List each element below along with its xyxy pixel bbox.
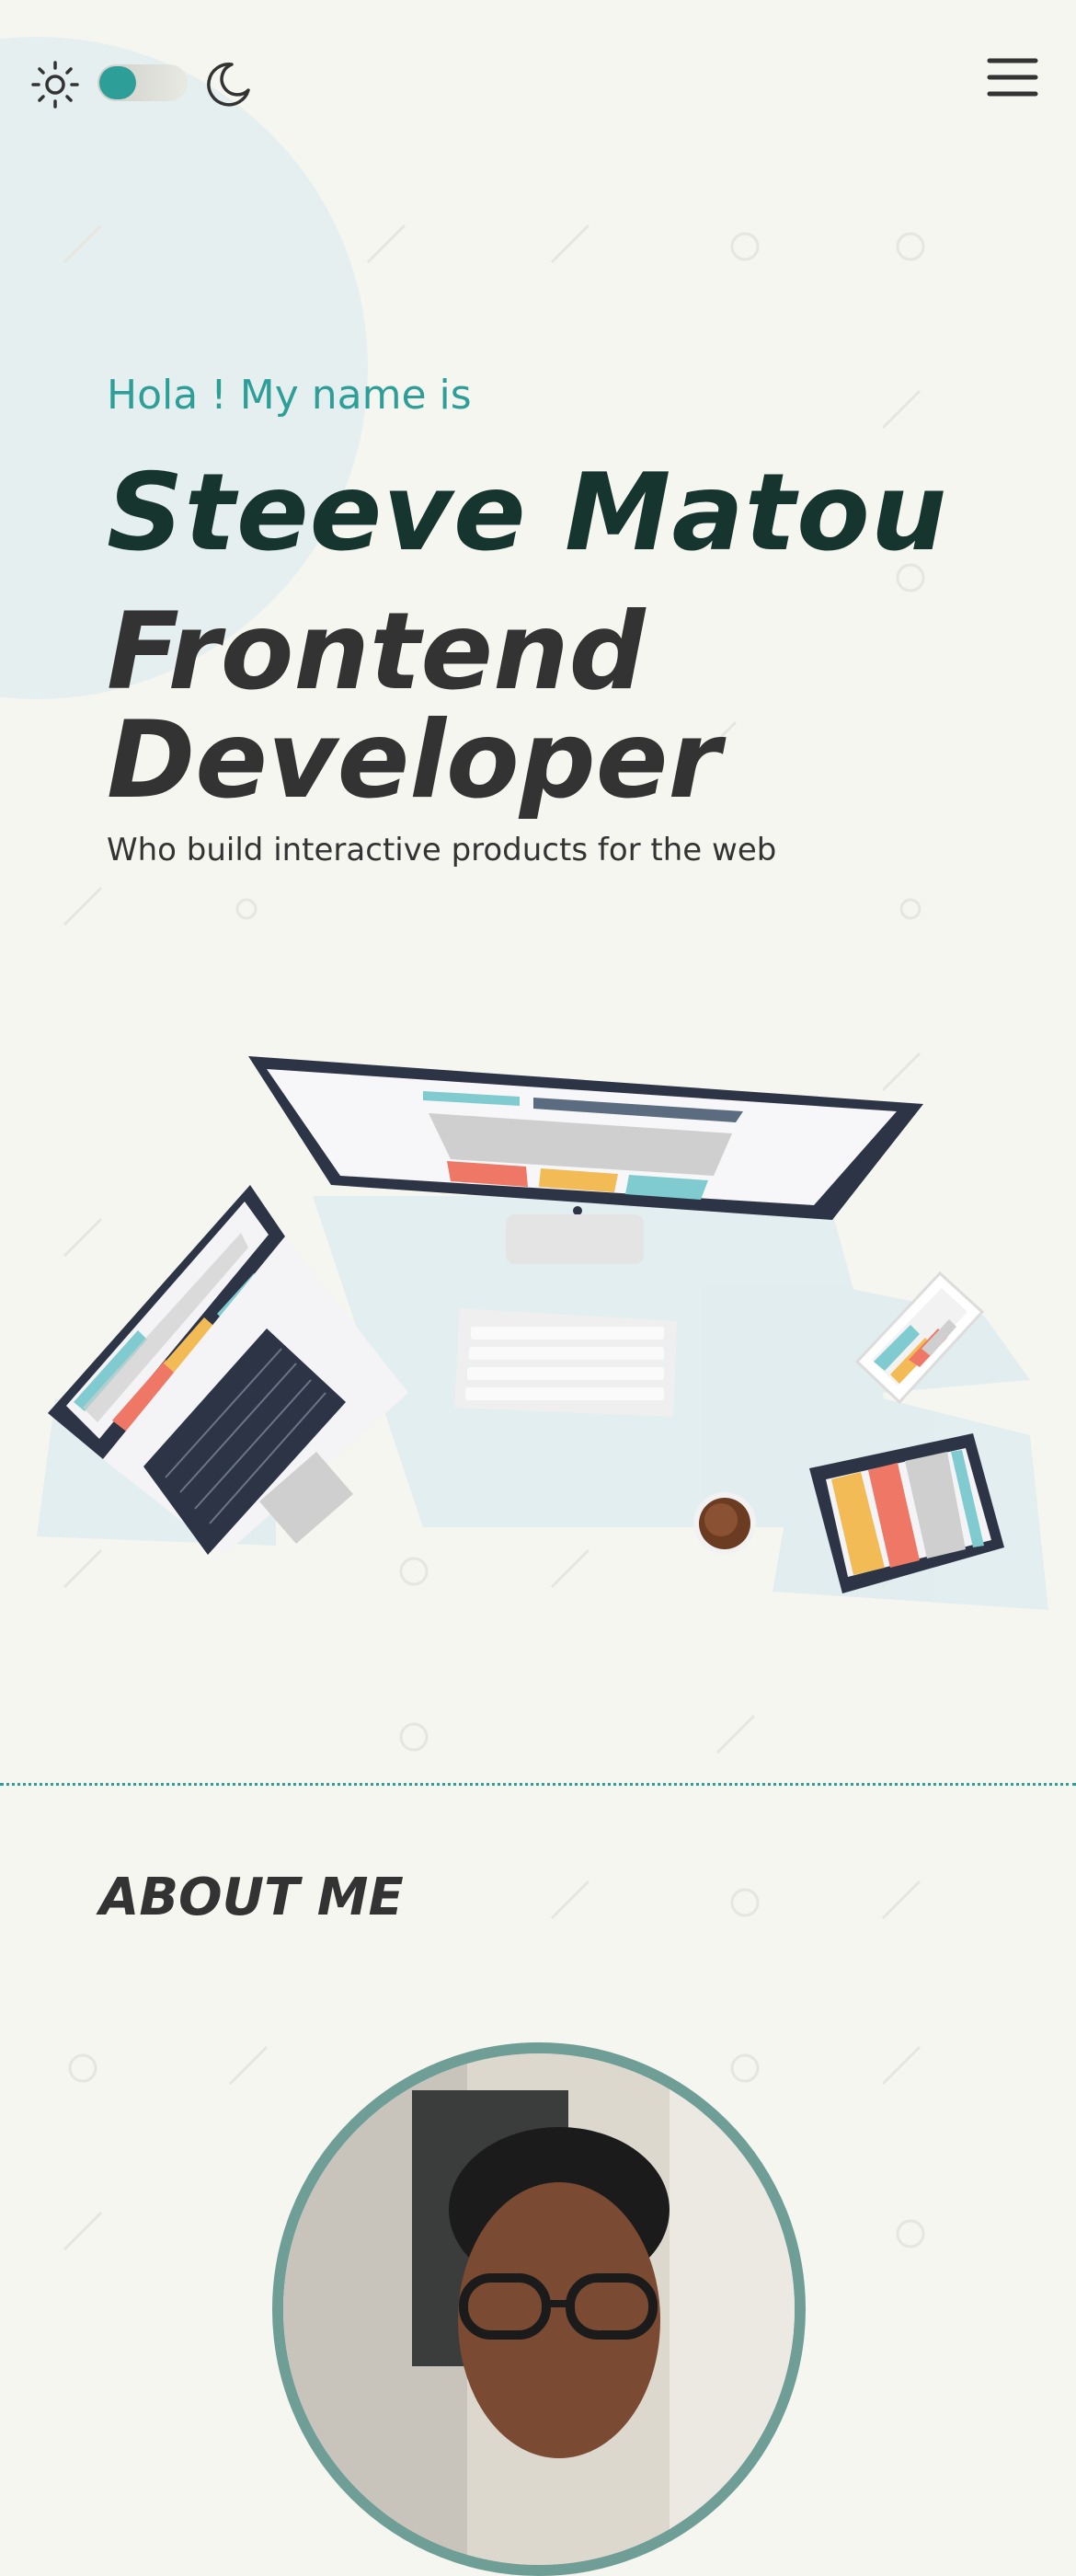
menu-icon[interactable] bbox=[986, 55, 1039, 99]
hero-role-line2: Developer bbox=[107, 698, 721, 822]
sun-icon[interactable] bbox=[29, 59, 81, 110]
hero-role: Frontend Developer bbox=[107, 598, 934, 815]
section-divider bbox=[0, 1783, 1076, 1786]
keyboard-illustration bbox=[454, 1308, 677, 1417]
about-heading: ABOUT ME bbox=[99, 1868, 404, 1927]
hero-greeting: Hola ! My name is bbox=[107, 372, 472, 419]
theme-toggle[interactable] bbox=[97, 64, 188, 101]
hero-role-line1: Frontend bbox=[107, 590, 646, 714]
hero-name: Steeve Matou bbox=[107, 451, 948, 575]
theme-toggle-knob bbox=[99, 66, 136, 99]
moon-icon[interactable] bbox=[204, 59, 254, 109]
coffee-cup-illustration bbox=[693, 1492, 756, 1555]
hero-tagline: Who build interactive products for the w… bbox=[107, 832, 777, 868]
workspace-illustration bbox=[0, 1012, 1076, 1656]
profile-avatar bbox=[272, 2042, 806, 2576]
